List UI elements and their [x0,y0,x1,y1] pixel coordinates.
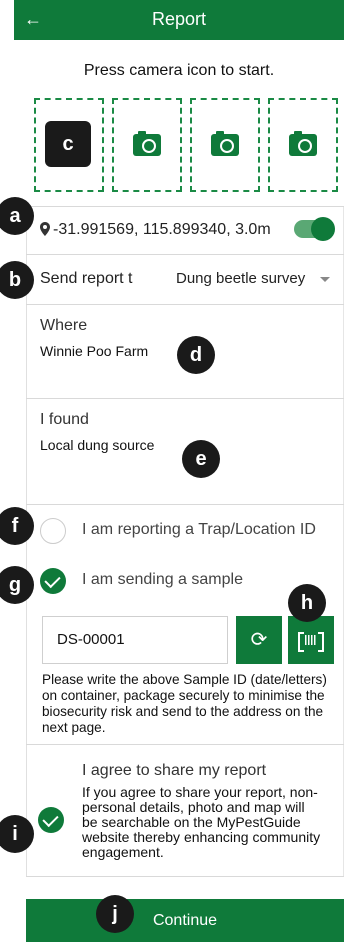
gps-coordinates: -31.991569, 115.899340, 3.0m [53,221,271,238]
trap-checkbox[interactable] [40,518,66,544]
sample-id-input[interactable] [57,631,217,648]
barcode-bars [305,635,317,645]
location-row: -31.991569, 115.899340, 3.0m [26,206,344,254]
map-pin-icon [40,222,50,236]
where-label: Where [40,317,88,334]
app-bar: ← Report [14,0,344,40]
sample-instructions: Please write the above Sample ID (date/l… [42,672,327,735]
page-title: Report [151,9,207,29]
instruction-text: Press camera icon to start. [83,62,275,79]
annotation-d: d [177,336,215,374]
photo-slot-2[interactable] [112,98,182,192]
annotation-j: j [96,895,134,933]
send-report-label: Send report t [40,270,133,287]
sample-id-field[interactable] [42,616,228,664]
share-checkbox[interactable] [38,807,64,833]
refresh-sample-id-button[interactable]: ⟳ [236,616,282,664]
refresh-icon: ⟳ [250,629,268,651]
share-consent-row[interactable]: I agree to share my report If you agree … [26,744,344,860]
found-value[interactable]: Local dung source [40,437,154,453]
annotation-h: h [288,584,326,622]
photo-slot-3[interactable] [190,98,260,192]
trap-option-row[interactable]: I am reporting a Trap/Location ID [26,504,344,556]
scan-barcode-button[interactable] [288,616,334,664]
photo-slot-4[interactable] [268,98,338,192]
send-report-row[interactable]: Send report t Dung beetle survey [26,254,344,304]
send-report-select[interactable]: Dung beetle survey [176,270,305,287]
camera-icon [133,131,161,156]
annotation-e: e [182,440,220,478]
trap-label: I am reporting a Trap/Location ID [82,521,316,538]
annotation-c: c [45,121,91,167]
sample-checkbox[interactable] [40,568,66,594]
found-label: I found [40,411,89,428]
where-value[interactable]: Winnie Poo Farm [40,343,148,359]
sample-label: I am sending a sample [82,571,243,588]
continue-button[interactable]: Continue [26,899,344,942]
gps-toggle[interactable] [294,217,335,241]
camera-icon [211,131,239,156]
divider [26,876,344,877]
share-description: If you agree to share your report, non-p… [82,784,321,860]
chevron-down-icon[interactable] [320,277,330,282]
camera-icon [289,131,317,156]
share-title: I agree to share my report [82,762,267,779]
